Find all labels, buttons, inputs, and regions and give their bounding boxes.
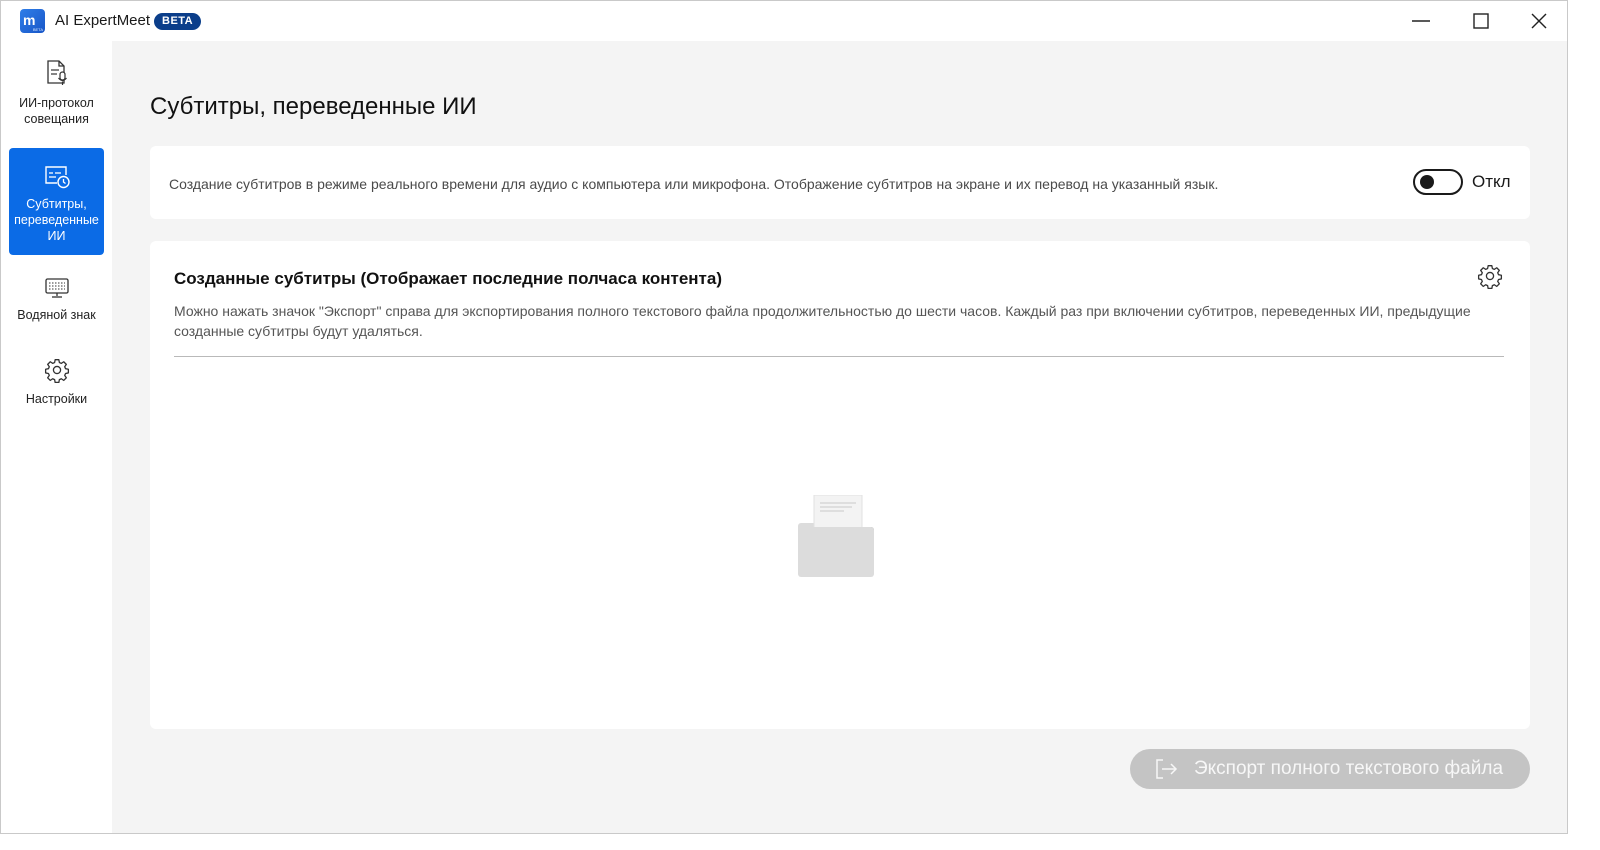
sidebar-item-label: Настройки <box>25 392 88 406</box>
sidebar-item-label: Водяной знак <box>17 308 96 322</box>
sidebar-item-watermark[interactable]: Водяной знак <box>9 277 104 333</box>
sidebar-item-label: Субтитры, переведенные ИИ <box>14 197 99 243</box>
logo-beta-text: BETA <box>32 27 43 32</box>
sidebar-item-settings[interactable]: Настройки <box>9 357 104 413</box>
subtitles-card-title: Созданные субтитры (Отображает последние… <box>174 269 723 288</box>
main-content: Субтитры, переведенные ИИ Создание субти… <box>112 41 1567 833</box>
app-title: AI ExpertMeet <box>55 12 151 29</box>
close-icon <box>1531 13 1547 29</box>
gear-icon <box>1477 265 1503 290</box>
maximize-button[interactable] <box>1452 1 1510 41</box>
sidebar-item-label: ИИ-протокол совещания <box>19 96 94 126</box>
subtitles-settings-button[interactable] <box>1477 263 1503 290</box>
app-window: m BETA AI ExpertMeet BETA ИИ-протокол со… <box>0 0 1568 834</box>
page-title: Субтитры, переведенные ИИ <box>150 93 477 120</box>
minimize-icon <box>1412 20 1430 22</box>
sidebar-item-ai-subtitles[interactable]: Субтитры, переведенные ИИ <box>9 148 104 255</box>
close-button[interactable] <box>1510 1 1567 41</box>
subtitles-toggle[interactable] <box>1413 169 1463 195</box>
feature-description: Создание субтитров в режиме реального вр… <box>169 176 1219 192</box>
export-full-text-button[interactable]: Экспорт полного текстового файла <box>1130 749 1530 789</box>
minimize-button[interactable] <box>1392 1 1450 41</box>
logo-letter: m <box>23 12 36 28</box>
gear-icon <box>44 359 69 383</box>
sidebar: ИИ-протокол совещания Субтитры, переведе… <box>1 41 112 833</box>
card-divider <box>174 356 1504 357</box>
watermark-icon <box>44 278 69 298</box>
toggle-knob <box>1420 175 1434 189</box>
export-icon <box>1156 759 1178 779</box>
title-bar: m BETA AI ExpertMeet BETA <box>1 1 1567 41</box>
app-logo-icon: m BETA <box>20 9 45 33</box>
subtitles-card-description: Можно нажать значок "Экспорт" справа для… <box>174 303 1471 339</box>
maximize-icon <box>1473 13 1489 29</box>
feature-toggle-card: Создание субтитров в режиме реального вр… <box>150 146 1530 219</box>
beta-badge: BETA <box>154 13 202 30</box>
subtitles-clock-icon <box>44 166 70 189</box>
empty-folder-icon <box>798 495 874 577</box>
meeting-minutes-icon <box>46 60 67 85</box>
toggle-state-label: Откл <box>1472 172 1511 191</box>
subtitles-card: Созданные субтитры (Отображает последние… <box>150 241 1530 729</box>
sidebar-item-meeting-minutes[interactable]: ИИ-протокол совещания <box>9 59 104 135</box>
export-button-label: Экспорт полного текстового файла <box>1194 758 1504 779</box>
